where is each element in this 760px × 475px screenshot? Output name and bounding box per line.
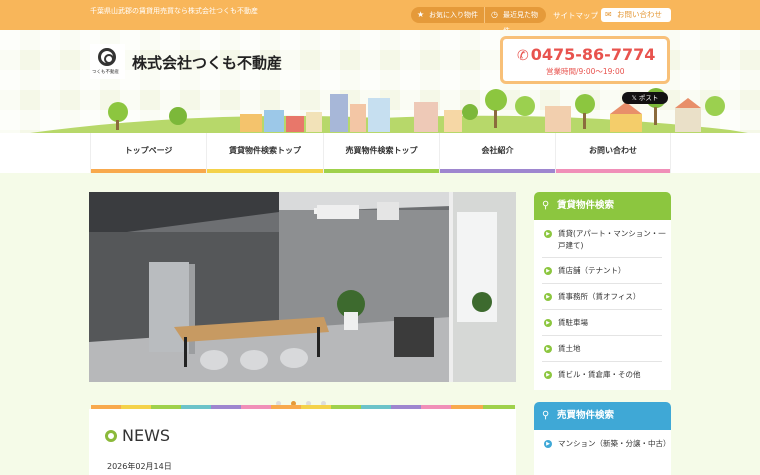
- divider: [542, 257, 662, 258]
- rent-item-parking[interactable]: ▶ 賃駐車場: [534, 317, 671, 329]
- phone-icon: ✆: [517, 48, 529, 64]
- rent-item-apartment[interactable]: ▶ 賃貸(アパート・マンション・一戸建て): [534, 228, 671, 252]
- sitemap-link[interactable]: サイトマップ: [553, 10, 598, 21]
- chevron-right-icon: ▶: [544, 440, 552, 448]
- nav-item-top[interactable]: トップページ: [90, 133, 206, 173]
- top-bar: 千葉県山武郡の賃貸用売買なら株式会社つくも不動産 ★ お気に入り物件 ◷ 最近見…: [0, 0, 760, 35]
- chevron-right-icon: ▶: [544, 293, 552, 301]
- recent-viewed-button[interactable]: ◷ 最近見た物件: [484, 7, 546, 35]
- nav-item-label: お問い合わせ: [589, 146, 637, 155]
- global-nav: トップページ 賃貸物件検索トップ 売買物件検索トップ 会社紹介 お問い合わせ: [0, 133, 760, 173]
- circle-icon: [105, 430, 117, 442]
- sale-item-mansion[interactable]: ▶ マンション（新築・分譲・中古）: [534, 438, 671, 450]
- rent-item-label: 賃事務所（賃オフィス）: [558, 292, 641, 301]
- rent-item-land[interactable]: ▶ 賃土地: [534, 343, 671, 355]
- search-icon: ⚲: [542, 200, 550, 211]
- nav-item-company[interactable]: 会社紹介: [439, 133, 555, 173]
- chevron-right-icon: ▶: [544, 230, 552, 238]
- rent-item-label: 賃貸(アパート・マンション・一戸建て): [558, 229, 666, 250]
- chevron-right-icon: ▶: [544, 319, 552, 327]
- business-hours: 営業時間/9:00〜19:00: [546, 67, 625, 76]
- search-icon: ⚲: [542, 410, 550, 421]
- clock-icon: ◷: [491, 10, 498, 19]
- x-post-label: ポスト: [638, 94, 659, 102]
- office-photo: [89, 192, 516, 382]
- x-icon: 𝕏: [631, 94, 639, 102]
- news-heading: NEWS: [105, 426, 170, 445]
- favorites-button[interactable]: ★ お気に入り物件: [411, 7, 484, 23]
- news-title: NEWS: [122, 426, 171, 445]
- company-logo[interactable]: つくも不動産: [90, 44, 125, 79]
- site-tagline: 千葉県山武郡の賃貸用売買なら株式会社つくも不動産: [90, 7, 258, 15]
- rent-search-list: ▶ 賃貸(アパート・マンション・一戸建て) ▶ 賃店舗（テナント） ▶ 賃事務所（賃オ…: [534, 220, 671, 390]
- rent-item-label: 賃駐車場: [558, 318, 588, 327]
- chevron-right-icon: ▶: [544, 345, 552, 353]
- mail-icon: ✉: [605, 10, 612, 19]
- divider: [542, 361, 662, 362]
- divider: [542, 309, 662, 310]
- news-date: 2026年02月14日: [107, 462, 172, 471]
- logo-mark-icon: [98, 48, 116, 66]
- sale-search-title: 売買物件検索: [557, 410, 615, 421]
- nav-item-label: トップページ: [124, 146, 173, 155]
- rent-search-heading: ⚲ 賃貸物件検索: [534, 192, 671, 220]
- contact-mini-button[interactable]: ✉ お問い合わせ: [601, 8, 671, 22]
- chevron-right-icon: ▶: [544, 371, 552, 379]
- chevron-right-icon: ▶: [544, 267, 552, 275]
- sale-item-label: マンション（新築・分譲・中古）: [558, 439, 671, 448]
- company-name: 株式会社つくも不動産: [132, 54, 283, 72]
- phone-box: ✆ 0475-86-7774 営業時間/9:00〜19:00: [500, 36, 670, 84]
- rent-item-label: 賃ビル・賃倉庫・その他: [558, 370, 641, 379]
- nav-item-contact[interactable]: お問い合わせ: [555, 133, 671, 173]
- nav-item-sale-search[interactable]: 売買物件検索トップ: [323, 133, 439, 173]
- nav-item-label: 売買物件検索トップ: [345, 146, 418, 155]
- sale-search-heading: ⚲ 売買物件検索: [534, 402, 671, 430]
- x-post-button[interactable]: 𝕏 ポスト: [622, 92, 668, 104]
- star-icon: ★: [417, 10, 425, 19]
- town-illustration: [0, 88, 760, 135]
- nav-item-label: 賃貸物件検索トップ: [229, 146, 301, 155]
- divider: [542, 283, 662, 284]
- rent-item-label: 賃土地: [558, 344, 581, 353]
- divider: [542, 335, 662, 336]
- rent-search-title: 賃貸物件検索: [557, 200, 615, 211]
- rent-item-label: 賃店舗（テナント）: [558, 266, 626, 275]
- phone-number-text: 0475-86-7774: [530, 45, 656, 64]
- rent-item-store[interactable]: ▶ 賃店舗（テナント）: [534, 265, 671, 277]
- contact-mini-label: お問い合わせ: [617, 10, 662, 19]
- favorites-label: お気に入り物件: [429, 11, 478, 19]
- phone-number[interactable]: ✆ 0475-86-7774: [517, 45, 655, 64]
- hero-slider[interactable]: [89, 192, 516, 382]
- logo-text: つくも不動産: [92, 70, 119, 75]
- rent-item-other[interactable]: ▶ 賃ビル・賃倉庫・その他: [534, 369, 671, 381]
- nav-item-rent-search[interactable]: 賃貸物件検索トップ: [206, 133, 323, 173]
- nav-item-label: 会社紹介: [481, 146, 514, 155]
- sale-search-list: ▶ マンション（新築・分譲・中古）: [534, 430, 671, 475]
- rent-item-office[interactable]: ▶ 賃事務所（賃オフィス）: [534, 291, 671, 303]
